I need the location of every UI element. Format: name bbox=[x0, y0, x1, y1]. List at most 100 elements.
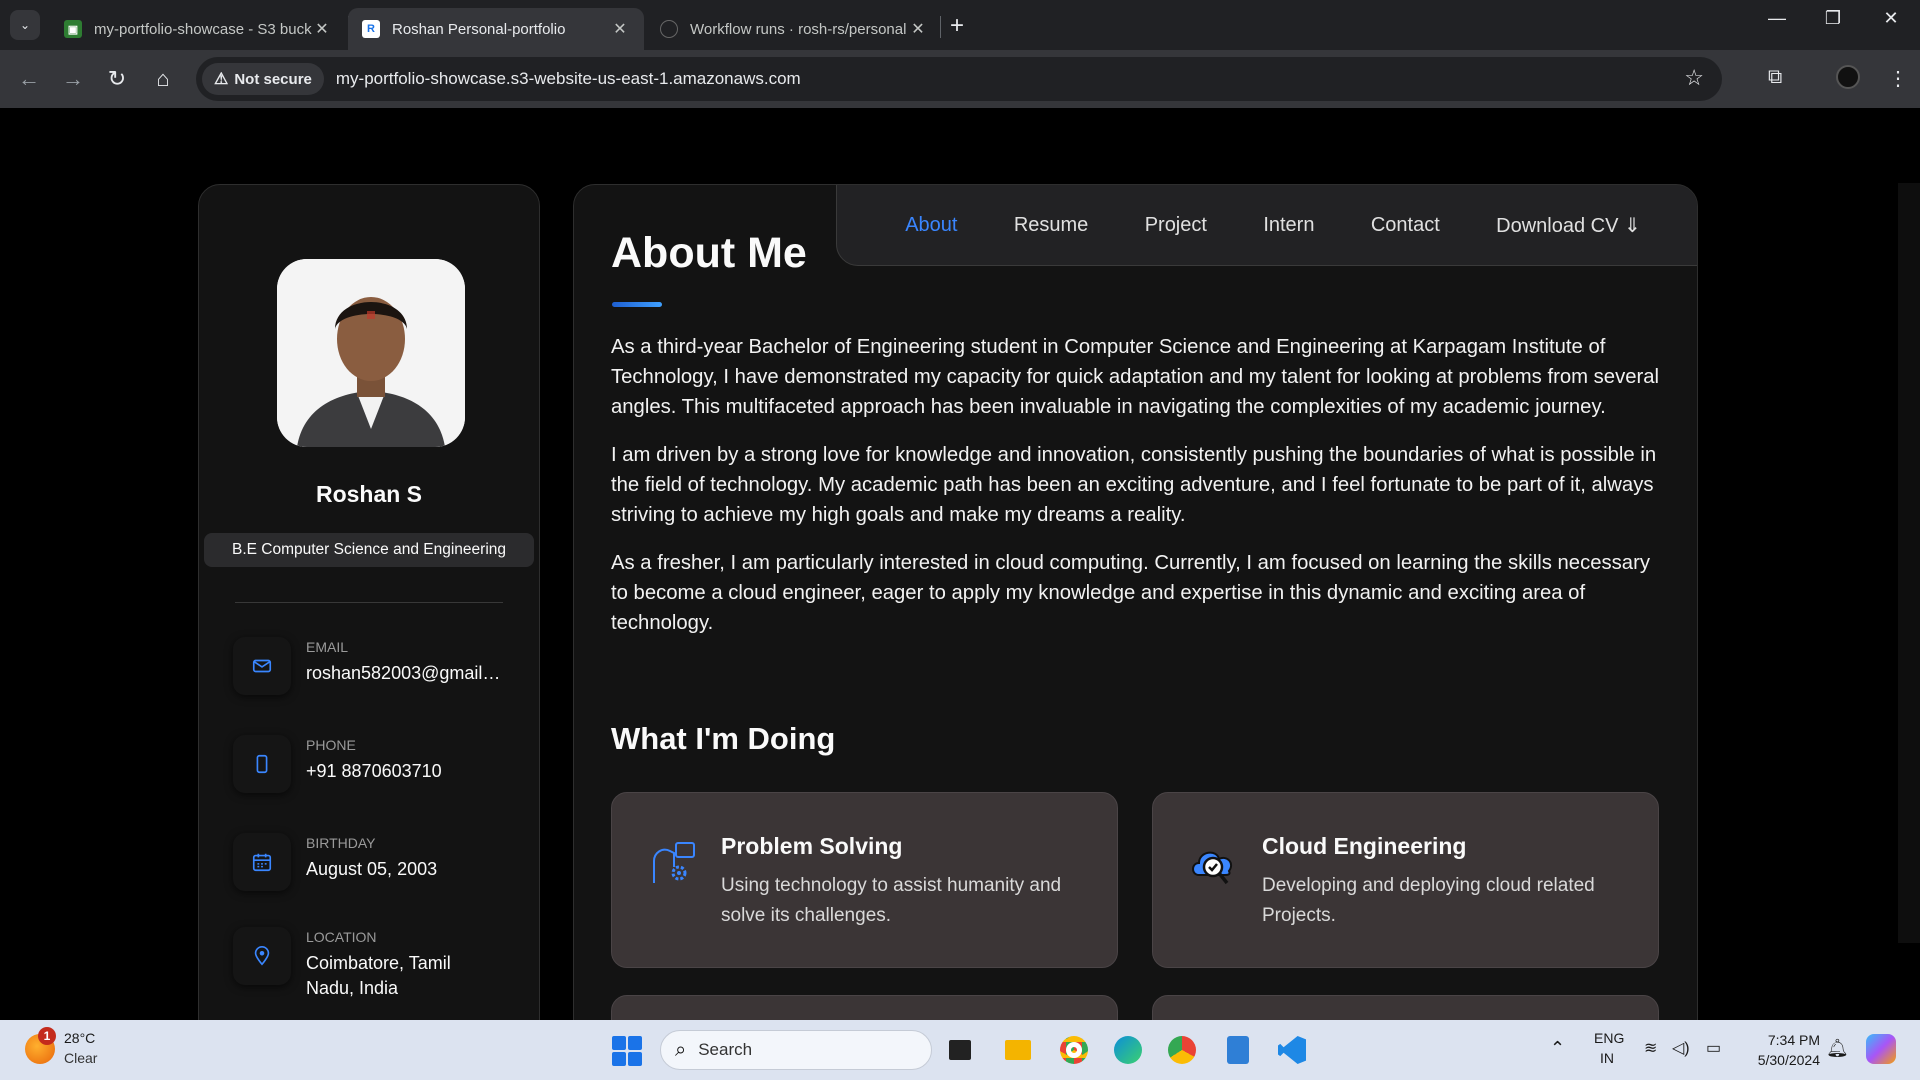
new-tab-button[interactable]: + bbox=[950, 12, 964, 40]
birthday-value: August 05, 2003 bbox=[306, 859, 438, 879]
title-underline bbox=[612, 302, 662, 307]
menu-icon[interactable]: ⋮ bbox=[1888, 66, 1908, 91]
clock-time: 7:34 PM bbox=[1767, 1032, 1820, 1048]
back-button[interactable]: ← bbox=[14, 66, 44, 92]
job-title-badge: B.E Computer Science and Engineering bbox=[204, 533, 534, 567]
copilot-icon[interactable] bbox=[1866, 1034, 1896, 1064]
task-view-icon[interactable] bbox=[942, 1032, 978, 1068]
email-link[interactable]: roshan582003@gmail.com bbox=[306, 661, 502, 686]
windows-start-icon[interactable] bbox=[612, 1036, 642, 1066]
site-info-chip[interactable]: ⚠ Not secure bbox=[202, 63, 324, 95]
system-clock[interactable]: 7:34 PM 5/30/2024 bbox=[1740, 1030, 1820, 1070]
close-tab-icon[interactable]: ✕ bbox=[312, 19, 332, 39]
page-viewport: Roshan S B.E Computer Science and Engine… bbox=[0, 108, 1920, 1020]
nav-project[interactable]: Project bbox=[1145, 214, 1207, 237]
location-icon bbox=[233, 927, 291, 985]
contact-title: Email bbox=[306, 639, 349, 655]
weather-badge: 1 bbox=[38, 1027, 56, 1045]
chevron-up-icon[interactable]: ⌃ bbox=[1550, 1038, 1565, 1059]
security-label: Not secure bbox=[234, 70, 312, 88]
windows-taskbar: 1 28°C Clear ⌕ Search ⌃ ENG IN ≋ ◁) ▭ 7:… bbox=[0, 1020, 1920, 1080]
service-card-partial bbox=[611, 995, 1118, 1020]
contact-location: Location Coimbatore, Tamil Nadu, India bbox=[233, 927, 523, 998]
service-card-cloud-engineering: Cloud Engineering Developing and deployi… bbox=[1152, 792, 1659, 968]
taskbar-search[interactable]: ⌕ Search bbox=[660, 1030, 932, 1070]
vscode-icon[interactable] bbox=[1274, 1032, 1310, 1068]
service-desc: Using technology to assist humanity and … bbox=[721, 875, 1062, 926]
problem-solving-icon bbox=[646, 837, 698, 889]
contact-phone: Phone +91 8870603710 bbox=[233, 735, 523, 805]
profile-sidebar: Roshan S B.E Computer Science and Engine… bbox=[198, 184, 540, 1020]
page-title: About Me bbox=[611, 229, 807, 277]
service-card-problem-solving: Problem Solving Using technology to assi… bbox=[611, 792, 1118, 968]
warning-icon: ⚠ bbox=[214, 71, 229, 88]
close-tab-icon[interactable]: ✕ bbox=[610, 19, 630, 39]
wifi-icon[interactable]: ≋ bbox=[1644, 1038, 1657, 1058]
volume-icon[interactable]: ◁) bbox=[1672, 1038, 1690, 1058]
close-tab-icon[interactable]: ✕ bbox=[908, 19, 928, 39]
profile-avatar[interactable] bbox=[1836, 65, 1860, 89]
bookmark-star-icon[interactable]: ☆ bbox=[1684, 65, 1704, 91]
separator bbox=[235, 602, 503, 603]
edge-icon[interactable] bbox=[1110, 1032, 1146, 1068]
tab-title: Roshan Personal-portfolio bbox=[392, 20, 566, 38]
minimize-button[interactable]: — bbox=[1754, 8, 1800, 29]
scrollbar-track[interactable] bbox=[1898, 183, 1920, 943]
location-value: Coimbatore, Tamil Nadu, India bbox=[306, 953, 451, 999]
notepad-icon[interactable] bbox=[1220, 1032, 1256, 1068]
section-title: What I'm Doing bbox=[611, 721, 836, 756]
tab-title: my-portfolio-showcase - S3 bucket bbox=[94, 20, 312, 38]
service-title: Cloud Engineering bbox=[1262, 833, 1467, 859]
file-explorer-icon[interactable] bbox=[1000, 1032, 1036, 1068]
tab-title: Workflow runs · rosh-rs/personal bbox=[690, 20, 907, 38]
chrome-icon[interactable] bbox=[1056, 1032, 1092, 1068]
close-window-button[interactable]: ✕ bbox=[1868, 8, 1914, 29]
weather-temp[interactable]: 28°C bbox=[64, 1030, 95, 1046]
url-text[interactable]: my-portfolio-showcase.s3-website-us-east… bbox=[336, 69, 801, 89]
tab-s3-bucket[interactable]: ▣ my-portfolio-showcase - S3 bucket ✕ bbox=[50, 8, 346, 50]
forward-button[interactable]: → bbox=[58, 66, 88, 92]
r-logo-icon: R bbox=[362, 20, 380, 38]
browser-toolbar: ← → ↻ ⌂ ⚠ Not secure my-portfolio-showca… bbox=[0, 50, 1920, 108]
service-desc: Developing and deploying cloud related P… bbox=[1262, 875, 1595, 926]
phone-link[interactable]: +91 8870603710 bbox=[306, 759, 502, 784]
chrome-profile-icon[interactable] bbox=[1164, 1032, 1200, 1068]
profile-photo bbox=[277, 259, 465, 447]
nav-download-cv[interactable]: Download CV ⇓ bbox=[1496, 213, 1641, 238]
language-indicator[interactable]: ENG bbox=[1594, 1030, 1624, 1046]
about-paragraph: As a third-year Bachelor of Engineering … bbox=[611, 336, 1660, 418]
contact-title: Location bbox=[306, 929, 377, 945]
about-paragraph: As a fresher, I am particularly interest… bbox=[611, 552, 1650, 634]
reload-button[interactable]: ↻ bbox=[102, 66, 132, 92]
address-bar[interactable]: ⚠ Not secure my-portfolio-showcase.s3-we… bbox=[196, 57, 1722, 101]
nav-about[interactable]: About bbox=[905, 214, 957, 237]
nav-intern[interactable]: Intern bbox=[1263, 214, 1314, 237]
tab-search-button[interactable]: ⌄ bbox=[10, 10, 40, 40]
nav-contact[interactable]: Contact bbox=[1371, 214, 1440, 237]
browser-tab-strip: ⌄ ▣ my-portfolio-showcase - S3 bucket ✕ … bbox=[0, 0, 1920, 50]
extensions-icon[interactable]: ⧉ bbox=[1768, 66, 1782, 89]
calendar-icon bbox=[233, 833, 291, 891]
search-placeholder: Search bbox=[698, 1040, 753, 1059]
top-navbar: About Resume Project Intern Contact Down… bbox=[836, 185, 1697, 266]
person-name: Roshan S bbox=[315, 481, 423, 507]
contact-email: Email roshan582003@gmail.com bbox=[233, 637, 523, 707]
tab-workflow-runs[interactable]: Workflow runs · rosh-rs/personal ✕ bbox=[646, 8, 942, 50]
about-text: As a third-year Bachelor of Engineering … bbox=[611, 332, 1661, 656]
restore-button[interactable]: ❐ bbox=[1810, 8, 1856, 29]
nav-resume[interactable]: Resume bbox=[1014, 214, 1088, 237]
mail-icon bbox=[233, 637, 291, 695]
service-card-partial bbox=[1152, 995, 1659, 1020]
tab-portfolio[interactable]: R Roshan Personal-portfolio ✕ bbox=[348, 8, 644, 50]
clock-date: 5/30/2024 bbox=[1757, 1052, 1820, 1068]
about-paragraph: I am driven by a strong love for knowled… bbox=[611, 444, 1657, 526]
home-button[interactable]: ⌂ bbox=[148, 66, 178, 92]
phone-icon bbox=[233, 735, 291, 793]
s3-icon: ▣ bbox=[64, 20, 82, 38]
notification-bell-icon[interactable]: 🔔︎ bbox=[1826, 1038, 1849, 1059]
battery-icon[interactable]: ▭ bbox=[1706, 1038, 1721, 1058]
person-portrait bbox=[277, 259, 465, 447]
weather-condition[interactable]: Clear bbox=[64, 1050, 97, 1066]
language-region[interactable]: IN bbox=[1600, 1050, 1614, 1066]
cloud-engineering-icon bbox=[1187, 837, 1239, 889]
